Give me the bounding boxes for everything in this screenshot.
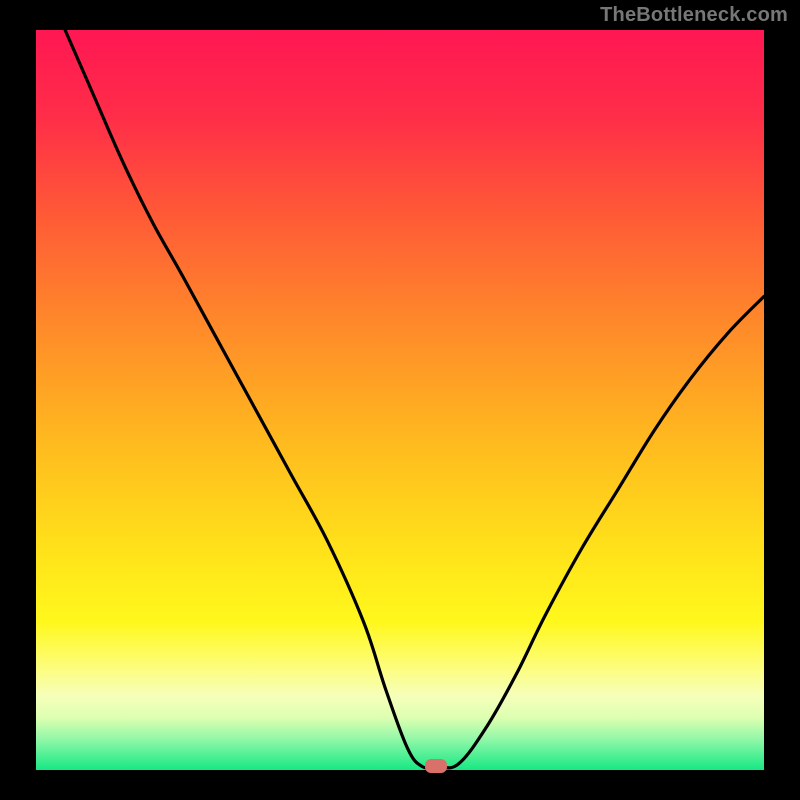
chart-frame: TheBottleneck.com	[0, 0, 800, 800]
chart-svg	[36, 30, 764, 770]
watermark-text: TheBottleneck.com	[600, 4, 788, 27]
optimal-marker	[425, 759, 447, 773]
plot-area	[36, 30, 764, 770]
gradient-rect	[36, 30, 764, 770]
